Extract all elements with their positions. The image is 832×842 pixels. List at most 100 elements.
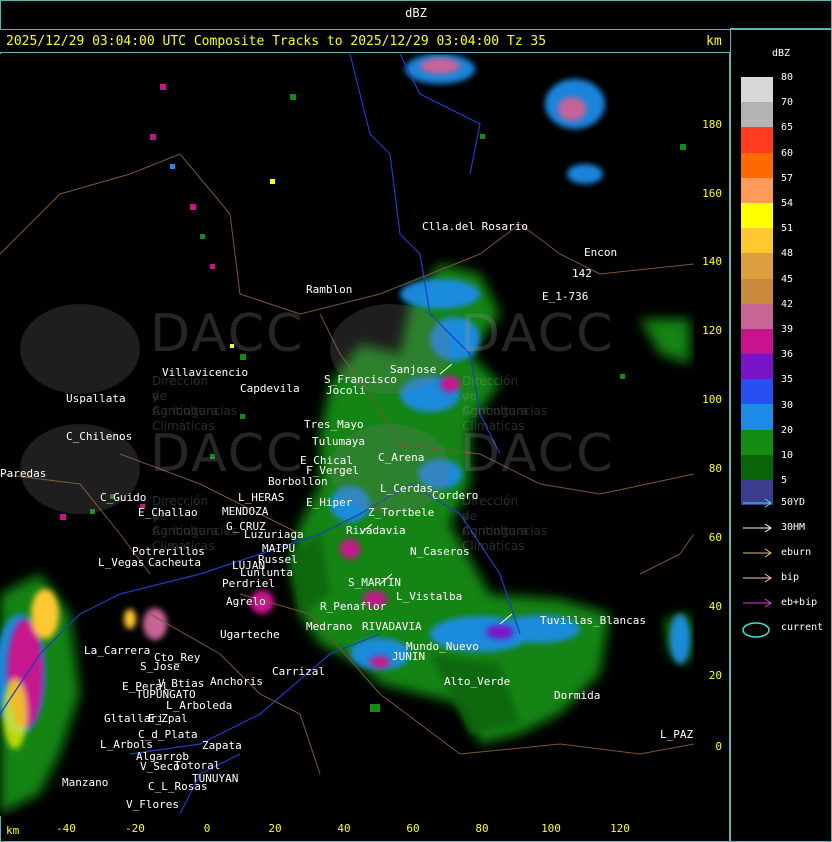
scale-label: 42	[781, 298, 794, 310]
scale-label: 57	[781, 172, 794, 184]
scale-label: 45	[781, 273, 794, 285]
place-label: L_Vistalba	[396, 590, 463, 603]
scale-swatch	[741, 228, 773, 254]
place-label: Cordero	[432, 489, 479, 502]
arrow-icon	[743, 598, 772, 608]
scale-swatch	[741, 202, 773, 229]
top-title: dBZ	[405, 6, 427, 20]
place-label: MENDOZA	[222, 505, 269, 518]
scale-label: 35	[781, 374, 794, 386]
place-label: E_Challao	[138, 506, 198, 519]
y-tick: 20	[708, 669, 722, 682]
x-tick: 100	[541, 822, 561, 835]
scale-label: 30	[781, 399, 794, 411]
x-tick: 0	[203, 822, 211, 835]
arrow-icon	[743, 498, 772, 508]
scale-swatch	[741, 379, 773, 405]
x-tick: -20	[125, 822, 145, 835]
place-label: L_HERAS	[238, 491, 285, 504]
track-label: 50YD	[781, 497, 806, 508]
x-tick: 120	[610, 822, 630, 835]
scale-swatch	[741, 102, 773, 128]
place-label: Cacheuta	[148, 556, 201, 569]
place-label: Luzuriaga	[244, 528, 304, 541]
scale-swatch	[741, 404, 773, 430]
scale-swatch	[741, 152, 773, 178]
legend-title: dBZ	[771, 48, 791, 59]
arrow-icon	[743, 573, 772, 583]
place-label: C_Guido	[100, 491, 147, 504]
place-label: Mundo_Nuevo	[406, 640, 479, 653]
place-label: Alto_Verde	[444, 675, 511, 688]
y-axis: 180 160 140 120 100 80 60 40 20 0	[694, 54, 730, 816]
place-label: Uspallata	[66, 392, 126, 405]
y-tick: 120	[702, 324, 722, 337]
place-label: Z_Tortbele	[368, 506, 435, 519]
place-label: Dormida	[554, 689, 601, 702]
place-label: Tres_Mayo	[304, 418, 364, 431]
x-tick: 80	[475, 822, 489, 835]
place-label: Encon	[584, 246, 618, 259]
place-label: E_Hiper	[306, 496, 353, 509]
header-line: 2025/12/29 03:04:00 UTC Composite Tracks…	[6, 34, 547, 49]
place-label: 142	[572, 267, 592, 280]
place-label: C_L_Rosas	[148, 780, 208, 793]
track-legend-item: eb+bip	[741, 596, 831, 610]
scale-swatch	[741, 253, 773, 279]
scale-swatch	[741, 177, 773, 203]
place-label: E_Zpal	[148, 712, 188, 725]
scale-label: 80	[781, 72, 794, 83]
scale-label: 39	[781, 324, 794, 335]
y-tick: 100	[702, 393, 722, 406]
x-unit-label: km	[6, 824, 20, 837]
scale-label: 65	[781, 122, 794, 134]
scale-swatch	[741, 303, 773, 329]
track-legend-item: 30HM	[741, 521, 831, 535]
track-label: eb+bip	[781, 597, 818, 608]
x-tick: -40	[56, 822, 76, 835]
color-scale	[741, 77, 773, 506]
place-label: S_MARTIN	[348, 576, 401, 589]
place-label: Zapata	[202, 739, 242, 752]
x-axis: km -40 -20 0 20 40 60 80 100 120	[0, 816, 694, 842]
place-label: Borbollon	[268, 475, 328, 488]
place-label: Clla.del Rosario	[422, 220, 528, 233]
radar-map[interactable]: DACC Dirección de Agricultura y Continge…	[0, 54, 694, 816]
track-legend-item: bip	[741, 571, 831, 585]
place-label: L_PAZ	[660, 728, 694, 741]
scale-label: 20	[781, 424, 794, 436]
place-label: Paredas	[0, 467, 47, 480]
place-label: Anchoris	[210, 675, 263, 688]
y-tick: 40	[708, 600, 722, 613]
scale-label: 48	[781, 248, 794, 260]
scale-label: 54	[781, 198, 794, 209]
y-tick: 180	[702, 118, 722, 131]
place-label: L_Arboleda	[166, 699, 233, 712]
scale-swatch	[741, 354, 773, 380]
scale-swatch	[741, 127, 773, 153]
place-label: E_1-736	[542, 290, 589, 303]
place-label: Sanjose	[390, 363, 437, 376]
place-label: Carrizal	[272, 665, 325, 678]
place-label: C_Chilenos	[66, 430, 133, 443]
place-label: RIVADAVIA	[362, 620, 422, 633]
scale-label: 51	[781, 223, 794, 235]
y-tick: 60	[708, 531, 722, 544]
arrow-icon	[743, 548, 772, 558]
scale-label: 70	[781, 97, 794, 109]
y-tick: 0	[715, 740, 722, 753]
place-label: Totoral	[174, 759, 221, 772]
track-label: bip	[781, 572, 800, 583]
scale-swatch	[741, 429, 773, 455]
place-label: Manzano	[62, 776, 109, 789]
track-label: eburn	[781, 547, 812, 558]
place-label: Ugarteche	[220, 628, 280, 641]
unit-label-top: km	[706, 34, 722, 49]
scale-swatch	[741, 328, 773, 355]
arrow-icon	[743, 523, 772, 533]
place-label: La_Carrera	[84, 644, 151, 657]
scale-swatch	[741, 77, 773, 103]
place-label: Rivadavia	[346, 524, 406, 537]
scale-label: 10	[781, 450, 794, 461]
place-label: Tulumaya	[312, 435, 365, 448]
